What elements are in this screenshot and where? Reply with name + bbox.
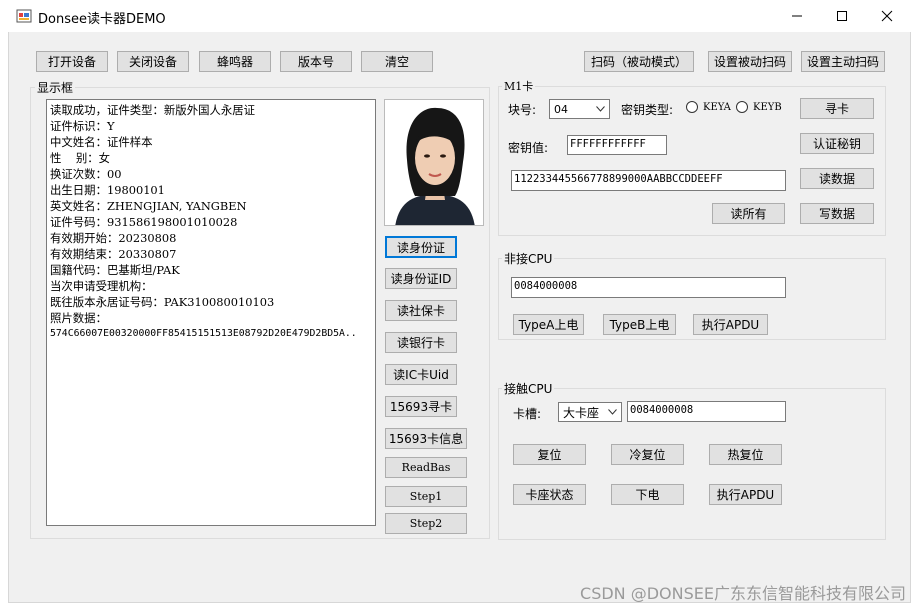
m1-group-label: M1卡 bbox=[502, 78, 536, 94]
slot-select[interactable]: 大卡座 bbox=[558, 402, 622, 422]
title-bar: Donsee读卡器DEMO bbox=[0, 0, 918, 32]
beep-button[interactable]: 蜂鸣器 bbox=[199, 51, 271, 72]
display-line: 有效期结束：20330807 bbox=[50, 247, 177, 261]
keytype-label: 密钥类型: bbox=[621, 103, 674, 117]
step1-button[interactable]: Step1 bbox=[385, 486, 467, 507]
block-label: 块号: bbox=[508, 103, 537, 117]
display-line: 国籍代码：巴基斯坦/PAK bbox=[50, 263, 180, 277]
keya-radio[interactable] bbox=[686, 101, 698, 113]
watermark: CSDN @DONSEE广东东信智能科技有限公司 bbox=[580, 584, 906, 603]
power-off-button[interactable]: 下电 bbox=[611, 484, 684, 505]
minimize-button[interactable] bbox=[774, 0, 820, 32]
display-group-label: 显示框 bbox=[35, 79, 76, 96]
key-value-input[interactable]: FFFFFFFFFFFF bbox=[567, 135, 667, 155]
typea-power-button[interactable]: TypeA上电 bbox=[513, 314, 584, 335]
m1-data-input[interactable]: 112233445566778899000AABBCCDDEEFF bbox=[511, 170, 786, 191]
keyb-label: KEYB bbox=[753, 102, 782, 113]
display-line: 证件标识：Y bbox=[50, 119, 115, 133]
version-button[interactable]: 版本号 bbox=[280, 51, 352, 72]
m1-read-all-button[interactable]: 读所有 bbox=[712, 203, 785, 224]
contactless-cpu-label: 非接CPU bbox=[502, 250, 555, 267]
clear-button[interactable]: 清空 bbox=[361, 51, 433, 72]
reset-button[interactable]: 复位 bbox=[513, 444, 586, 465]
contact-cpu-label: 接触CPU bbox=[502, 380, 555, 397]
keyb-radio[interactable] bbox=[736, 101, 748, 113]
close-button[interactable] bbox=[864, 0, 910, 32]
maximize-button[interactable] bbox=[819, 0, 865, 32]
slot-label: 卡槽: bbox=[513, 407, 542, 421]
display-line: 照片数据： bbox=[50, 311, 107, 325]
display-textbox[interactable]: 读取成功，证件类型：新版外国人永居证 证件标识：Y 中文姓名：证件样本 性 别：… bbox=[46, 99, 376, 526]
contactless-apdu-button[interactable]: 执行APDU bbox=[693, 314, 768, 335]
block-select[interactable]: 04 bbox=[549, 99, 610, 119]
display-line: 中文姓名：证件样本 bbox=[50, 135, 153, 149]
chevron-down-icon bbox=[596, 106, 605, 112]
auth-key-button[interactable]: 认证秘钥 bbox=[800, 133, 874, 154]
set-passive-scan-button[interactable]: 设置被动扫码 bbox=[708, 51, 792, 72]
display-line: 换证次数：00 bbox=[50, 167, 122, 181]
contact-apdu-input[interactable]: 0084000008 bbox=[627, 401, 786, 422]
read-social-card-button[interactable]: 读社保卡 bbox=[385, 300, 457, 321]
contactless-apdu-input[interactable]: 0084000008 bbox=[511, 277, 786, 298]
display-line: 证件号码：931586198001010028 bbox=[50, 215, 238, 229]
display-line: 出生日期：19800101 bbox=[50, 183, 165, 197]
id-photo bbox=[384, 99, 484, 226]
m1-write-data-button[interactable]: 写数据 bbox=[800, 203, 874, 224]
chevron-down-icon bbox=[608, 409, 617, 415]
set-active-scan-button[interactable]: 设置主动扫码 bbox=[801, 51, 885, 72]
key-value-label: 密钥值: bbox=[508, 141, 549, 155]
close-device-button[interactable]: 关闭设备 bbox=[117, 51, 189, 72]
display-line: 既往版本永居证号码：PAK310080010103 bbox=[50, 295, 275, 309]
find-15693-button[interactable]: 15693寻卡 bbox=[385, 396, 457, 417]
read-id-card-id-button[interactable]: 读身份证ID bbox=[385, 268, 457, 289]
read-bank-card-button[interactable]: 读银行卡 bbox=[385, 332, 457, 353]
block-value: 04 bbox=[554, 102, 568, 116]
close-icon bbox=[881, 10, 893, 22]
scan-passive-button[interactable]: 扫码（被动模式） bbox=[584, 51, 694, 72]
m1-read-data-button[interactable]: 读数据 bbox=[800, 168, 874, 189]
minimize-icon bbox=[792, 15, 802, 17]
hot-reset-button[interactable]: 热复位 bbox=[709, 444, 782, 465]
keya-label: KEYA bbox=[703, 102, 731, 113]
display-line: 有效期开始：20230808 bbox=[50, 231, 177, 245]
window-title: Donsee读卡器DEMO bbox=[38, 12, 166, 27]
contact-apdu-button[interactable]: 执行APDU bbox=[709, 484, 782, 505]
display-line: 英文姓名：ZHENGJIAN, YANGBEN bbox=[50, 199, 247, 213]
display-line: 当次申请受理机构： bbox=[50, 279, 153, 293]
read-id-card-button[interactable]: 读身份证 bbox=[385, 236, 457, 258]
slot-value: 大卡座 bbox=[563, 405, 600, 420]
display-line: 读取成功，证件类型：新版外国人永居证 bbox=[50, 103, 256, 117]
step2-button[interactable]: Step2 bbox=[385, 513, 467, 534]
typeb-power-button[interactable]: TypeB上电 bbox=[603, 314, 676, 335]
display-line: 性 别：女 bbox=[50, 151, 111, 165]
info-15693-button[interactable]: 15693卡信息 bbox=[385, 428, 467, 449]
open-device-button[interactable]: 打开设备 bbox=[36, 51, 108, 72]
cold-reset-button[interactable]: 冷复位 bbox=[611, 444, 684, 465]
display-line: 574C66007E00320000FF85415151513E08792D20… bbox=[50, 328, 357, 339]
maximize-icon bbox=[837, 11, 847, 21]
m1-find-card-button[interactable]: 寻卡 bbox=[800, 98, 874, 119]
slot-status-button[interactable]: 卡座状态 bbox=[513, 484, 586, 505]
read-ic-uid-button[interactable]: 读IC卡Uid bbox=[385, 364, 457, 385]
readbas-button[interactable]: ReadBas bbox=[385, 457, 467, 478]
app-icon bbox=[16, 8, 32, 24]
